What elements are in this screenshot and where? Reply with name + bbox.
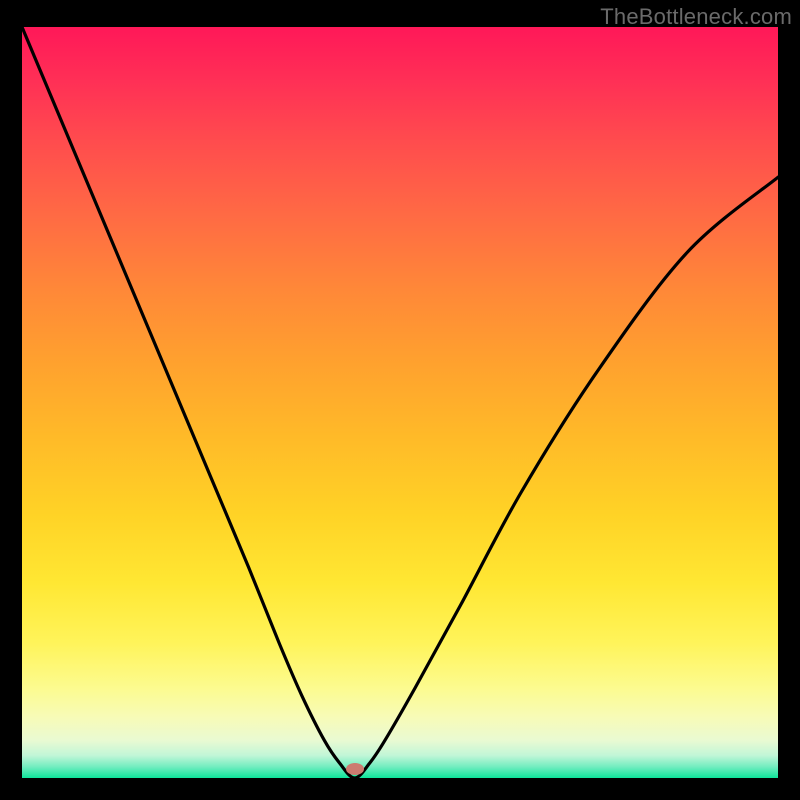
optimum-marker: [346, 763, 364, 775]
chart-frame: TheBottleneck.com: [0, 0, 800, 800]
plot-area: [22, 27, 778, 778]
bottleneck-curve: [22, 27, 778, 778]
watermark-text: TheBottleneck.com: [600, 4, 792, 30]
